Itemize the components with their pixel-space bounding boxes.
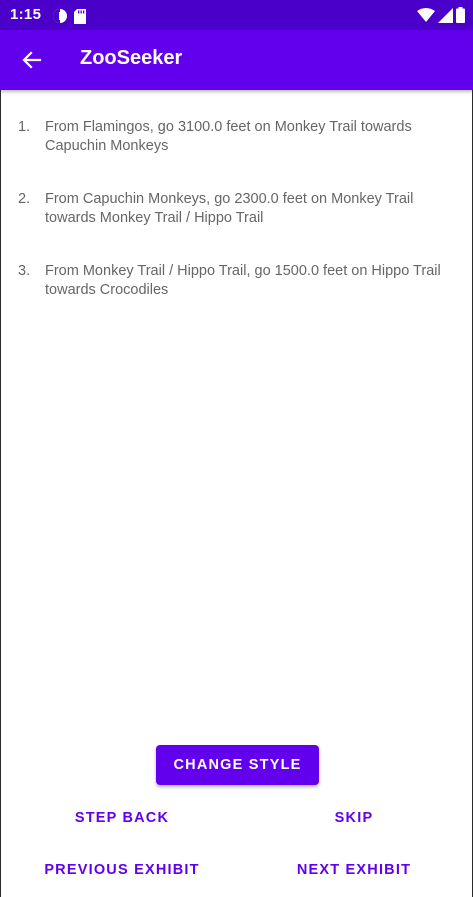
status-left-icons [52,8,86,24]
directions-list: 1. From Flamingos, go 3100.0 feet on Mon… [0,108,473,324]
wifi-icon [417,8,435,22]
status-time: 1:15 [10,6,42,23]
direction-step: 1. From Flamingos, go 3100.0 feet on Mon… [0,108,473,180]
step-text: From Flamingos, go 3100.0 feet on Monkey… [45,119,412,154]
direction-step: 2. From Capuchin Monkeys, go 2300.0 feet… [0,180,473,252]
app-bar: ZooSeeker [0,30,473,90]
change-style-button[interactable]: CHANGE STYLE [156,745,319,785]
page-title: ZooSeeker [80,47,183,69]
next-exhibit-button[interactable]: NEXT EXHIBIT [284,852,424,888]
direction-step: 3. From Monkey Trail / Hippo Trail, go 1… [0,252,473,324]
step-number: 1. [18,119,31,135]
step-text: From Capuchin Monkeys, go 2300.0 feet on… [45,191,414,226]
status-bar: 1:15 [0,0,473,30]
step-number: 3. [18,263,31,279]
battery-icon [456,7,465,23]
skip-button[interactable]: SKIP [314,800,394,836]
arrow-back-icon [22,50,42,70]
cell-signal-icon [438,7,453,23]
data-saver-icon [52,8,68,24]
sd-card-icon [74,8,86,24]
back-button[interactable] [16,44,48,76]
status-right-icons [417,7,465,23]
step-back-button[interactable]: STEP BACK [62,800,182,836]
step-text: From Monkey Trail / Hippo Trail, go 1500… [45,263,441,298]
step-number: 2. [18,191,31,207]
previous-exhibit-button[interactable]: PREVIOUS EXHIBIT [32,852,212,888]
